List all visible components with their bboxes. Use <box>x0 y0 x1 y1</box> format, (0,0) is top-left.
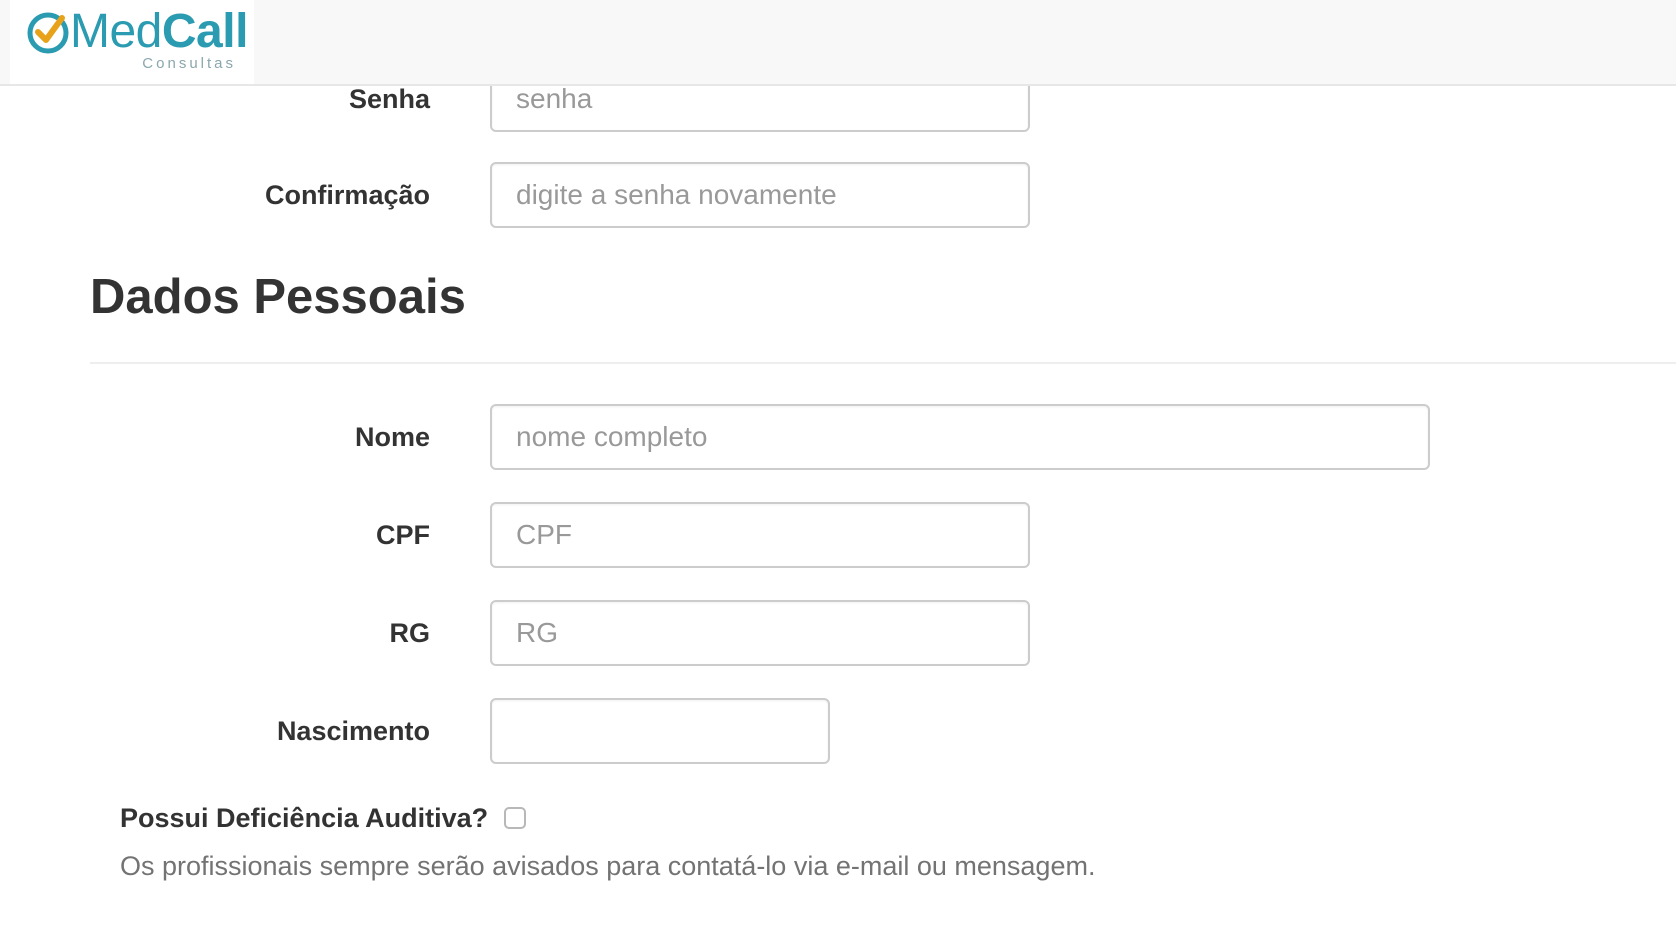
cpf-row: CPF <box>0 502 1676 570</box>
check-circle-icon <box>27 12 69 54</box>
hearing-impairment-help-text: Os profissionais sempre serão avisados p… <box>120 851 1096 881</box>
registration-page: Senha Confirmação Dados Pessoais Nome CP… <box>0 0 1676 934</box>
password-confirmation-label: Confirmação <box>264 180 430 210</box>
hearing-impairment-checkbox[interactable] <box>504 807 527 829</box>
birth-date-label: Nascimento <box>276 716 430 746</box>
name-row: Nome <box>0 404 1676 472</box>
rg-label: RG <box>389 618 431 648</box>
hearing-impairment-label: Possui Deficiência Auditiva? <box>120 802 489 833</box>
name-input[interactable] <box>490 404 1430 470</box>
brand-name-med: Med <box>70 5 162 58</box>
password-confirmation-row: Confirmação <box>0 162 1676 230</box>
rg-input[interactable] <box>490 600 1030 666</box>
cpf-input[interactable] <box>490 502 1030 568</box>
brand-logo-link[interactable]: MedCall Consultas <box>10 0 254 84</box>
cpf-label: CPF <box>376 520 430 550</box>
birth-date-row: Nascimento <box>0 698 1676 766</box>
brand-name-call: Call <box>161 5 249 58</box>
birth-date-input[interactable] <box>490 698 830 764</box>
section-divider <box>90 362 1676 364</box>
top-navbar: MedCall Consultas <box>0 0 1676 86</box>
rg-row: RG <box>0 600 1676 668</box>
name-label: Nome <box>354 422 430 452</box>
brand-tagline: Consultas <box>142 55 236 72</box>
hearing-impairment-row: Possui Deficiência Auditiva? <box>120 796 527 840</box>
brand-name: MedCall <box>70 4 248 60</box>
password-confirmation-input[interactable] <box>490 162 1030 228</box>
section-title-personal-data: Dados Pessoais <box>90 270 466 324</box>
